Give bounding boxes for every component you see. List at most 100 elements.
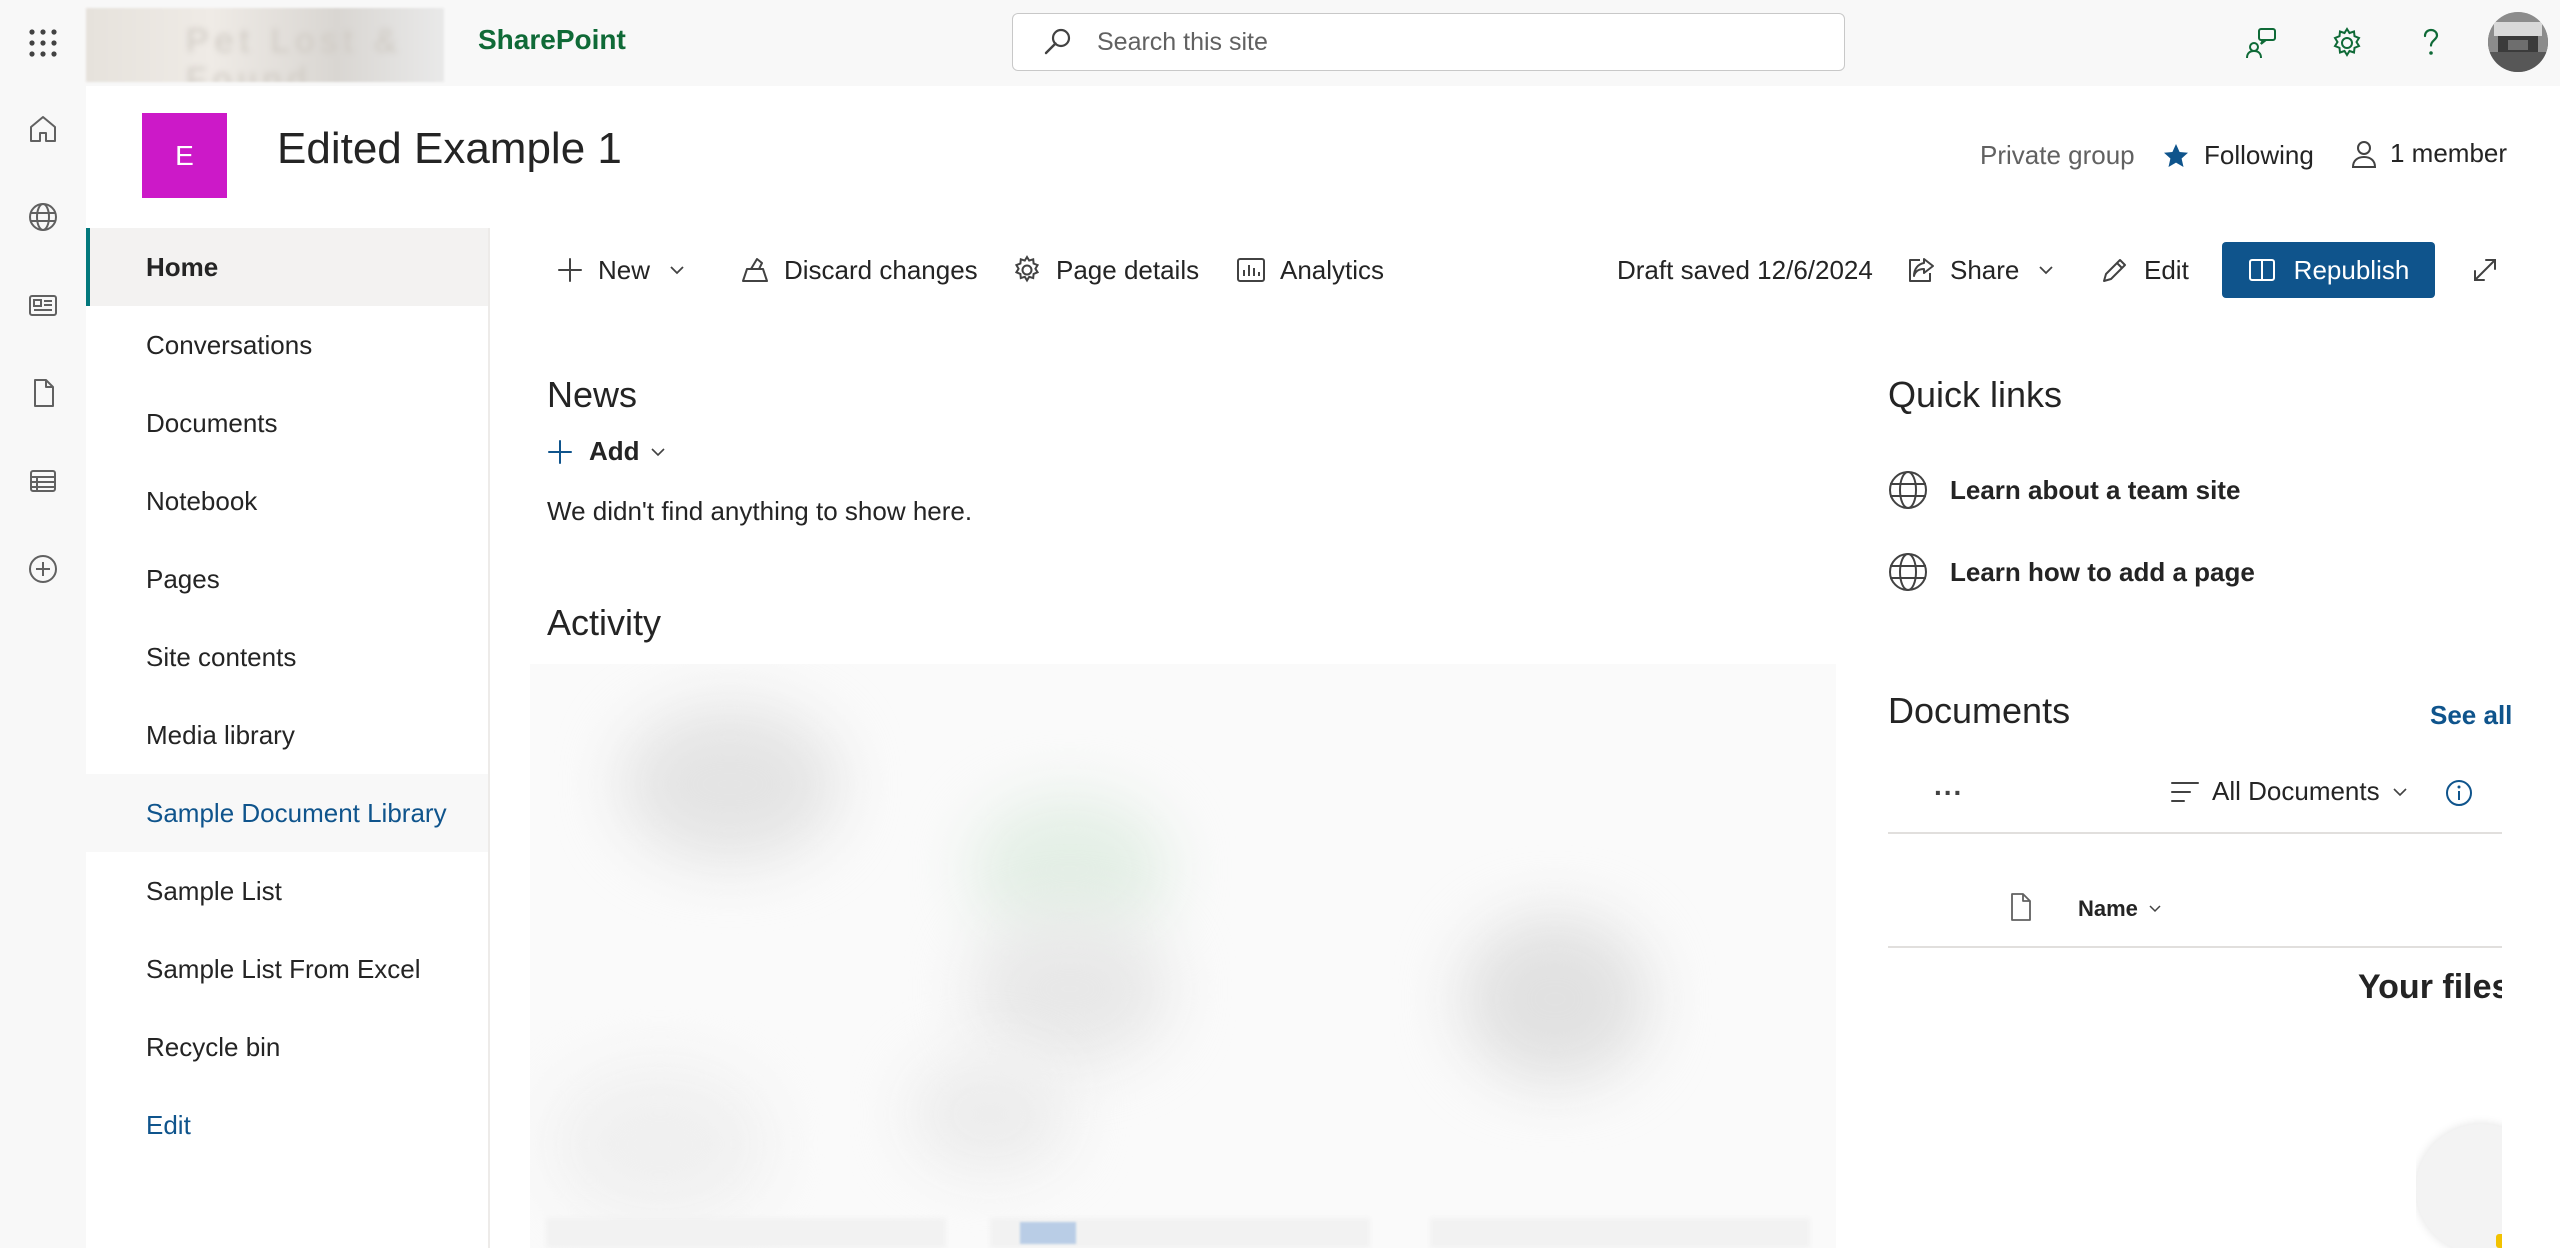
- news-add-button[interactable]: Add: [547, 436, 666, 467]
- members-button[interactable]: 1 member: [2350, 138, 2507, 169]
- following-button[interactable]: Following: [2162, 140, 2314, 171]
- nav-item-documents[interactable]: Documents: [86, 384, 488, 462]
- edit-label: Edit: [2144, 254, 2189, 285]
- illustration-circle: [2416, 1124, 2502, 1248]
- draft-status-text: Draft saved 12/6/2024: [1617, 254, 1873, 285]
- view-selector-label: All Documents: [2212, 776, 2380, 806]
- illustration-accent: [2496, 1234, 2502, 1248]
- documents-empty-title: Your files: [2358, 968, 2502, 1006]
- app-launcher-button[interactable]: [0, 0, 86, 86]
- privacy-text: Private group: [1980, 140, 2135, 170]
- plus-icon: [558, 258, 582, 282]
- analytics-button[interactable]: Analytics: [1236, 246, 1384, 294]
- quick-link-add-page[interactable]: Learn how to add a page: [1888, 546, 2255, 598]
- full-width-toggle-button[interactable]: [2470, 246, 2500, 294]
- new-button[interactable]: New: [556, 246, 686, 294]
- members-label: 1 member: [2390, 138, 2508, 168]
- site-navigation: Home Conversations Documents Notebook Pa…: [86, 228, 490, 1248]
- add-circle-icon: [29, 555, 57, 583]
- copilot-chat-button[interactable]: [2236, 18, 2286, 68]
- gear-icon: [1014, 255, 1040, 283]
- book-open-icon: [2248, 259, 2275, 281]
- news-add-label: Add: [589, 436, 640, 466]
- gear-icon: [2333, 27, 2361, 57]
- appbar-files-button[interactable]: [18, 368, 68, 418]
- activity-placeholder-blob: [550, 1064, 770, 1224]
- user-avatar[interactable]: [2488, 12, 2548, 72]
- settings-button[interactable]: [2322, 18, 2372, 68]
- tenant-logo[interactable]: Pet Lost & Found: [86, 8, 444, 82]
- new-label: New: [598, 254, 651, 285]
- search-icon: [1044, 28, 1071, 55]
- home-icon: [30, 116, 56, 142]
- name-column-header[interactable]: Name: [2078, 896, 2162, 922]
- appbar-lists-button[interactable]: [18, 456, 68, 506]
- edit-page-button[interactable]: Edit: [2100, 246, 2189, 294]
- appbar-sites-button[interactable]: [18, 192, 68, 242]
- quick-link-team-site[interactable]: Learn about a team site: [1888, 464, 2240, 516]
- quick-link-label: Learn about a team site: [1950, 474, 2241, 505]
- quick-links-title: Quick links: [1888, 374, 2063, 415]
- more-actions-button[interactable]: ...: [1934, 770, 1963, 802]
- suite-header: Pet Lost & Found SharePoint: [0, 0, 2560, 86]
- search-box[interactable]: [1012, 13, 1845, 71]
- appbar-home-button[interactable]: [18, 104, 68, 154]
- document-icon: [2011, 893, 2031, 921]
- waffle-icon: [29, 29, 57, 57]
- activity-placeholder-blob: [910, 1054, 1070, 1174]
- file-type-column-header[interactable]: [2008, 892, 2034, 922]
- page-details-button[interactable]: Page details: [1012, 246, 1199, 294]
- nav-item-sample-list[interactable]: Sample List: [86, 852, 488, 930]
- activity-title: Activity: [547, 602, 662, 643]
- nav-item-site-contents[interactable]: Site contents: [86, 618, 488, 696]
- share-button[interactable]: Share: [1906, 246, 2055, 294]
- empty-state-illustration: [2416, 1110, 2502, 1248]
- app-name[interactable]: SharePoint: [478, 24, 626, 56]
- news-title: News: [547, 374, 638, 415]
- discard-icon: [742, 258, 768, 282]
- list-icon: [30, 470, 56, 492]
- nav-edit-link[interactable]: Edit: [86, 1086, 488, 1164]
- activity-feed-loading: [530, 664, 1836, 1248]
- search-input[interactable]: [1095, 26, 1799, 58]
- activity-card[interactable]: [1430, 1218, 1810, 1248]
- view-selector-dropdown[interactable]: All Documents: [2170, 776, 2408, 807]
- help-button[interactable]: [2406, 18, 2456, 68]
- question-mark-icon: [2423, 28, 2439, 55]
- nav-item-media-library[interactable]: Media library: [86, 696, 488, 774]
- activity-card[interactable]: [546, 1218, 946, 1248]
- see-all-link[interactable]: See all: [2430, 700, 2512, 731]
- nav-item-notebook[interactable]: Notebook: [86, 462, 488, 540]
- news-empty-message: We didn't find anything to show here.: [547, 496, 973, 526]
- site-logo[interactable]: E: [142, 113, 227, 198]
- avatar-photo: [2488, 12, 2548, 72]
- info-button[interactable]: [2444, 778, 2474, 808]
- nav-item-conversations[interactable]: Conversations: [86, 306, 488, 384]
- chevron-down-icon: [2039, 266, 2054, 275]
- nav-item-sample-document-library[interactable]: Sample Document Library: [86, 774, 488, 852]
- tenant-logo-text: Pet Lost & Found: [186, 22, 403, 82]
- discard-changes-button[interactable]: Discard changes: [740, 246, 978, 294]
- globe-icon: [1889, 553, 1927, 591]
- globe-icon: [1889, 471, 1927, 509]
- info-icon: [2446, 780, 2472, 806]
- star-filled-icon: [2164, 143, 2188, 167]
- appbar-news-button[interactable]: [18, 280, 68, 330]
- discard-label: Discard changes: [784, 254, 978, 285]
- group-privacy-label: Private group: [1980, 140, 2135, 171]
- plus-icon: [548, 439, 572, 464]
- nav-item-recycle-bin[interactable]: Recycle bin: [86, 1008, 488, 1086]
- name-column-label: Name: [2078, 896, 2138, 921]
- share-label: Share: [1950, 254, 2020, 285]
- republish-button[interactable]: Republish: [2222, 242, 2435, 298]
- appbar-create-button[interactable]: [18, 544, 68, 594]
- app-bar: [0, 86, 86, 1248]
- nav-item-home[interactable]: Home: [86, 228, 488, 306]
- following-label: Following: [2204, 140, 2314, 170]
- activity-placeholder-blob: [620, 704, 840, 864]
- nav-item-pages[interactable]: Pages: [86, 540, 488, 618]
- site-title[interactable]: Edited Example 1: [277, 124, 622, 174]
- nav-item-sample-list-from-excel[interactable]: Sample List From Excel: [86, 930, 488, 1008]
- filter-lines-icon: [2171, 781, 2199, 802]
- share-icon: [1909, 258, 1934, 282]
